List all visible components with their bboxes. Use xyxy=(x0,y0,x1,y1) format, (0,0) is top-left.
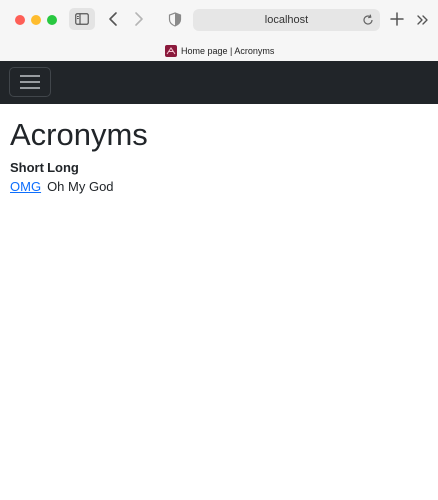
back-button[interactable] xyxy=(106,10,120,28)
browser-toolbar: localhost xyxy=(0,0,438,40)
active-tab[interactable]: Home page | Acronyms xyxy=(165,43,274,58)
double-chevron-right-icon xyxy=(417,15,428,25)
short-cell: OMG xyxy=(10,177,47,197)
table-row: OMG Oh My God xyxy=(10,177,114,197)
reload-button[interactable] xyxy=(361,13,375,27)
table-header-row: Short Long xyxy=(10,159,114,177)
sidebar-icon xyxy=(75,13,89,25)
url-text[interactable]: localhost xyxy=(193,9,380,31)
tab-title: Home page | Acronyms xyxy=(181,45,275,56)
new-tab-button[interactable] xyxy=(389,11,405,27)
privacy-shield-icon[interactable] xyxy=(168,12,182,27)
forward-button[interactable] xyxy=(132,10,146,28)
site-navbar xyxy=(0,61,438,104)
chevron-right-icon xyxy=(135,12,143,26)
tab-bar: Home page | Acronyms xyxy=(0,40,438,61)
long-cell: Oh My God xyxy=(47,179,114,194)
acronym-link[interactable]: OMG xyxy=(10,179,41,194)
chevron-left-icon xyxy=(109,12,117,26)
hamburger-icon xyxy=(20,75,40,89)
site-favicon-icon xyxy=(165,44,177,57)
navbar-toggler-button[interactable] xyxy=(9,67,51,97)
acronyms-table: Short Long OMG Oh My God xyxy=(10,159,114,197)
column-header-short: Short xyxy=(10,160,44,175)
page-title: Acronyms xyxy=(10,117,148,152)
address-bar[interactable]: localhost xyxy=(193,9,380,31)
more-toolbar-items-button[interactable] xyxy=(416,12,430,28)
reload-icon xyxy=(363,14,373,25)
sidebar-toggle-button[interactable] xyxy=(69,8,95,30)
zoom-window-button[interactable] xyxy=(47,15,57,25)
column-header-long: Long xyxy=(47,160,79,175)
plus-icon xyxy=(390,12,404,26)
minimize-window-button[interactable] xyxy=(31,15,41,25)
close-window-button[interactable] xyxy=(15,15,25,25)
